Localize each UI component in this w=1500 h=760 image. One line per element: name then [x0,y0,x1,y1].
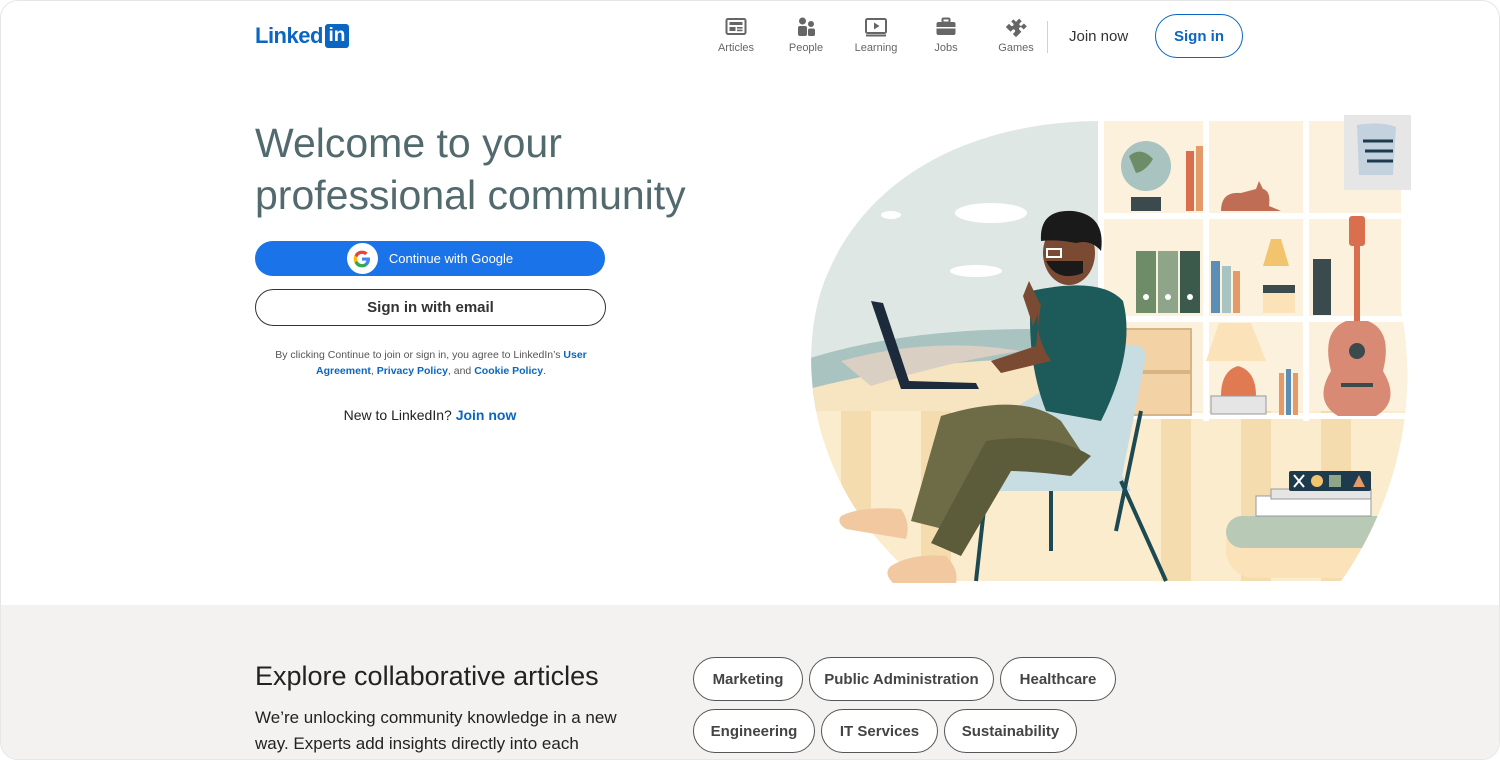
legal-text: By clicking Continue to join or sign in,… [255,347,607,379]
logo-text: Linked [255,23,323,48]
topic-pill-sustainability[interactable]: Sustainability [944,709,1077,753]
nav-items: Articles People Learning Jobs Games [701,15,1051,54]
cookie-policy-link[interactable]: Cookie Policy [474,365,543,377]
articles-icon [725,18,747,35]
explore-description: We’re unlocking community knowledge in a… [255,708,617,753]
jobs-icon [936,17,956,35]
learning-icon [865,18,887,37]
continue-with-google-button[interactable]: Continue with Google [255,241,605,276]
nav-label-articles: Articles [717,42,755,54]
privacy-policy-link[interactable]: Privacy Policy [377,365,448,377]
top-nav: Linked in Articles People Learning Jobs … [1,1,1499,71]
topic-pill-marketing[interactable]: Marketing [693,657,803,701]
legal-suffix: . [543,365,546,377]
hero-illustration [811,115,1411,583]
nav-item-games[interactable]: Games [981,15,1051,54]
legal-sep-2: , and [447,365,475,377]
nav-item-people[interactable]: People [771,15,841,54]
topic-pill-engineering[interactable]: Engineering [693,709,815,753]
explore-title: Explore collaborative articles [255,661,599,691]
topic-pill-public-administration[interactable]: Public Administration [809,657,994,701]
topic-pill-it-services[interactable]: IT Services [821,709,938,753]
sign-in-with-email-button[interactable]: Sign in with email [255,289,606,326]
hero-join-now-link[interactable]: Join now [456,407,517,423]
google-icon [346,243,378,274]
people-icon [798,17,815,36]
nav-item-learning[interactable]: Learning [841,15,911,54]
nav-item-articles[interactable]: Articles [701,15,771,54]
page: Linked in Articles People Learning Jobs … [0,0,1500,760]
legal-prefix: By clicking Continue to join or sign in,… [275,349,564,361]
nav-label-people: People [788,42,824,54]
nav-label-learning: Learning [854,42,898,54]
new-to-linkedin: New to LinkedIn? Join now [255,407,605,423]
explore-section: Explore collaborative articles We’re unl… [1,605,1499,759]
logo-in-box: in [324,24,349,48]
linkedin-logo[interactable]: Linked in [255,23,349,49]
sign-in-button[interactable]: Sign in [1155,14,1243,58]
games-icon [1005,18,1027,38]
nav-item-jobs[interactable]: Jobs [911,15,981,54]
google-button-label: Continue with Google [388,251,514,266]
hero-title: Welcome to your professional community [255,120,686,218]
nav-divider [1047,21,1048,53]
nav-label-games: Games [998,42,1034,54]
nav-label-jobs: Jobs [934,42,958,54]
join-now-link[interactable]: Join now [1069,28,1128,45]
topic-pill-healthcare[interactable]: Healthcare [1000,657,1116,701]
new-to-prefix: New to LinkedIn? [343,407,456,423]
